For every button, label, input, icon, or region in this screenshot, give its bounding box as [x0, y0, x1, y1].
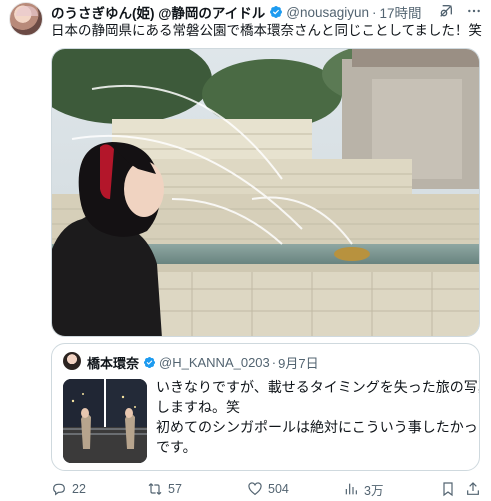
display-name[interactable]: のうさぎゆん(姫) @静岡のアイドル [51, 2, 265, 22]
action-bar: 22 57 504 3万 [51, 480, 481, 498]
more-icon[interactable] [465, 2, 483, 20]
retweet-icon [148, 483, 162, 495]
quote-tweet[interactable]: 橋本環奈 @H_KANNA_0203 · 9月7日 いきなりですが、載せるタイミ… [51, 343, 480, 471]
top-actions [437, 2, 483, 20]
quote-text-line: です。 [156, 439, 197, 455]
retweet-count: 57 [168, 482, 182, 496]
quote-header: 橋本環奈 @H_KANNA_0203 · 9月7日 [87, 353, 319, 372]
quote-handle[interactable]: @H_KANNA_0203 [159, 355, 270, 370]
quote-date[interactable]: 9月7日 [278, 353, 318, 372]
reply-button[interactable]: 22 [51, 481, 86, 497]
retweet-button[interactable]: 57 [147, 481, 182, 497]
tweet[interactable]: のうさぎゆん(姫) @静岡のアイドル @nousagiyun · 17時間 日本… [0, 0, 491, 501]
quote-text-line: 初めてのシンガポールは絶対にこういう事したかったん [156, 419, 480, 435]
tweet-header: のうさぎゆん(姫) @静岡のアイドル @nousagiyun · 17時間 [51, 2, 422, 22]
views-button[interactable]: 3万 [343, 480, 383, 499]
quote-text-line: しますね。笑 [156, 399, 240, 415]
quote-text-line: いきなりですが、載せるタイミングを失った旅の写真出 [156, 379, 480, 395]
separator-dot: · [372, 4, 377, 20]
like-button[interactable]: 504 [247, 481, 289, 497]
views-icon [345, 483, 357, 495]
verified-icon [143, 356, 156, 369]
share-button[interactable] [465, 481, 481, 497]
like-icon [248, 482, 262, 496]
verified-icon [270, 6, 283, 18]
like-count: 504 [268, 482, 289, 496]
bookmark-icon [443, 482, 453, 497]
reply-icon [53, 483, 65, 496]
separator-dot: · [271, 355, 277, 370]
timestamp[interactable]: 17時間 [380, 2, 422, 22]
share-icon [467, 482, 479, 495]
quote-display-name[interactable]: 橋本環奈 [87, 353, 139, 372]
handle[interactable]: @nousagiyun [286, 5, 369, 20]
bookmark-button[interactable] [440, 481, 456, 497]
quote-photo[interactable] [63, 379, 147, 463]
quote-text: いきなりですが、載せるタイミングを失った旅の写真出 しますね。笑 初めてのシンガ… [156, 377, 480, 457]
quote-avatar[interactable] [63, 352, 81, 370]
avatar[interactable] [9, 2, 43, 36]
tweet-text: 日本の静岡県にある常磐公園で橋本環奈さんと同じことしてました！笑 [51, 23, 482, 38]
views-count: 3万 [364, 483, 384, 498]
reply-count: 22 [72, 482, 86, 496]
tweet-photo[interactable] [51, 48, 480, 337]
grok-icon[interactable] [437, 2, 455, 20]
